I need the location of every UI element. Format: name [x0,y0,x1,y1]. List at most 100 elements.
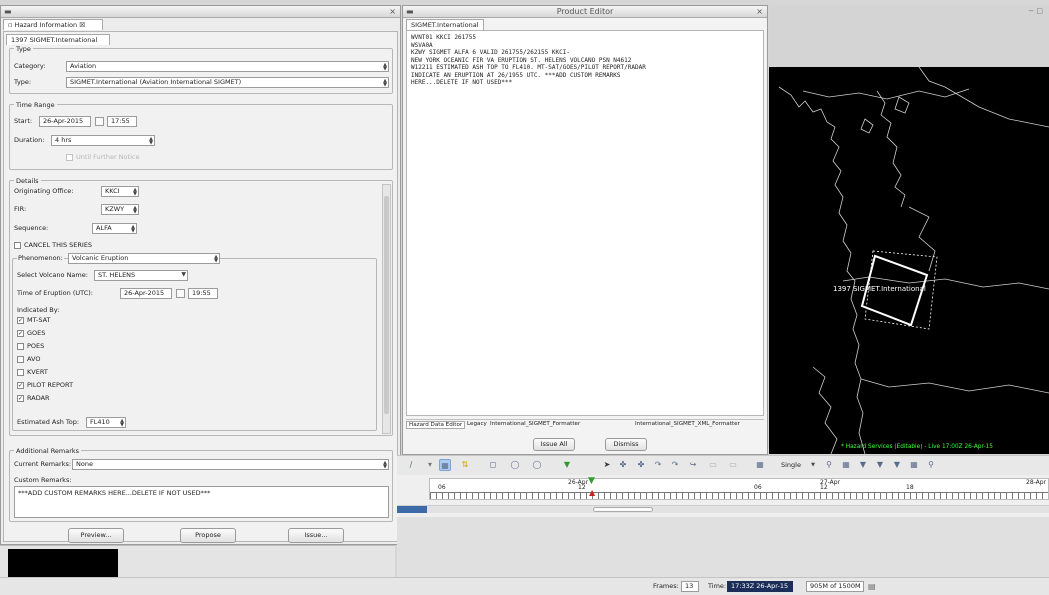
add-point-icon[interactable]: ▼ [561,459,573,471]
tab-international-sigmet-formatter[interactable]: International_SIGMET_Formatter [488,421,582,427]
indicator-checkbox[interactable]: ✓ [17,382,24,389]
indicator-item[interactable]: ✓ RADAR [17,393,127,405]
duration-value: 4 hrs [55,136,72,144]
layer-icon[interactable]: ▼ [857,459,869,471]
ash-top-select[interactable]: FL410 ▲ ▼ [86,417,126,428]
map-display[interactable]: 1397 SIGMET.International * Hazard Servi… [769,67,1049,454]
current-remarks-select[interactable]: None ▲ ▼ [72,459,389,470]
vertex-tool-icon[interactable]: ◻ [487,459,499,471]
line-polygon-icon[interactable]: ↷ [669,459,681,471]
indicator-item[interactable]: POES [17,341,127,353]
map-canvas[interactable] [769,67,1049,454]
propose-button[interactable]: Propose [180,528,236,543]
close-icon[interactable]: × [389,7,396,17]
duration-select[interactable]: 4 hrs ▲ ▼ [51,135,155,146]
product-text-tab[interactable]: SIGMET.International [406,19,484,30]
sequence-value: ALFA [96,224,112,232]
timeline-scroll-track[interactable] [397,505,1049,513]
details-scrollbar-thumb[interactable] [384,196,389,414]
line-tool-icon[interactable]: ↷ [652,459,664,471]
until-further-notice-checkbox[interactable] [66,154,73,161]
polygon-tool-icon[interactable]: ◯ [531,459,543,471]
path-tool-icon[interactable]: ↪ [687,459,699,471]
pan-icon[interactable]: ▦ [840,459,852,471]
issue-button[interactable]: Issue... [288,528,344,543]
close-icon[interactable]: × [756,7,763,17]
dropdown-arrows-icon: ▲ ▼ [133,205,137,215]
timeline-scroll-button[interactable] [397,506,427,513]
indicator-checkbox[interactable]: ✓ [17,395,24,402]
calendar-icon[interactable] [176,289,185,298]
pointer-icon[interactable]: ➤ [601,459,613,471]
start-time-field[interactable]: 17:55 [107,116,137,127]
custom-remarks-textarea[interactable]: ***ADD CUSTOM REMARKS HERE...DELETE IF N… [14,486,389,518]
indicator-checkbox[interactable] [17,356,24,363]
volcano-name-select[interactable]: ST. HELENS ▼ [94,270,188,281]
indicator-checkbox[interactable]: ✓ [17,317,24,324]
window-menu-icon[interactable]: ▬ [4,7,12,17]
rectangle-tool-icon[interactable]: ∕ [405,459,417,471]
search-icon[interactable]: ⚲ [925,459,937,471]
single-select[interactable]: Single ▼ [777,460,817,471]
grid-icon[interactable]: ▦ [908,459,920,471]
tab-legacy[interactable]: Legacy [465,421,489,427]
preview-button[interactable]: Preview... [68,528,124,543]
indicator-item[interactable]: KVERT [17,367,127,379]
select-tool-icon[interactable]: ▦ [439,459,451,471]
time-range-group-title: Time Range [14,100,57,110]
zoom-in-icon[interactable]: ▾ [424,459,436,471]
eruption-time-field[interactable]: 19:55 [188,288,218,299]
indicator-item[interactable]: ✓ MT-SAT [17,315,127,327]
time-value: 17:33Z 26-Apr-15 [727,581,793,592]
fir-select[interactable]: KZWY ▲ ▼ [101,204,139,215]
selected-time-marker-icon[interactable]: ▲ [589,489,595,497]
indicator-checkbox[interactable] [17,369,24,376]
timeline-ruler[interactable]: 26-Apr 27-Apr 28-Apr 06 12 06 12 18 ▼ ▲ [429,477,1049,500]
indicator-checkbox[interactable] [17,343,24,350]
freehand-polygon-icon[interactable]: ✤ [635,459,647,471]
print-icon[interactable]: ▦ [754,459,766,471]
filter-icon[interactable]: ▼ [874,459,886,471]
indicator-item[interactable]: AVO [17,354,127,366]
hazard-window-titlebar[interactable]: ▬ × [1,6,400,18]
freehand-icon[interactable]: ✤ [617,459,629,471]
status-bar: Frames: 13 Time: 17:33Z 26-Apr-15 905M o… [0,577,1049,595]
timeline-scroll-thumb[interactable] [593,507,653,512]
indicator-item[interactable]: ✓ PILOT REPORT [17,380,127,392]
dismiss-button[interactable]: Dismiss [605,438,647,451]
undo-icon[interactable]: ▭ [727,459,739,471]
phenomenon-select[interactable]: Volcanic Eruption ▲ ▼ [68,253,220,264]
funnel-icon[interactable]: ▼ [891,459,903,471]
puget-sound [876,90,906,208]
current-time-marker-icon[interactable]: ▼ [588,477,595,486]
calendar-icon[interactable] [95,117,104,126]
island-outline [894,96,910,114]
erase-icon[interactable]: ▭ [707,459,719,471]
dropdown-arrows-icon: ▲ ▼ [149,136,153,146]
indicator-checkbox[interactable]: ✓ [17,330,24,337]
indicator-item[interactable]: ✓ GOES [17,328,127,340]
zoom-icon[interactable]: ⚲ [823,459,835,471]
hazard-information-view-tab[interactable]: ▫ Hazard Information ☒ [3,19,103,30]
tab-international-sigmet-xml-formatter[interactable]: International_SIGMET_XML_Formatter [633,421,742,427]
issue-all-button[interactable]: Issue All [533,438,575,451]
maximize-icon[interactable]: − □ [1028,7,1043,15]
eruption-date-field[interactable]: 26-Apr-2015 [120,288,172,299]
sequence-select[interactable]: ALFA ▲ ▼ [92,223,137,234]
trash-icon[interactable]: ▤ [868,582,876,591]
details-scrollbar[interactable] [382,184,391,434]
inland-contour [812,366,838,454]
originating-office-select[interactable]: KKCI ▲ ▼ [101,186,139,197]
warning-icon[interactable]: ⇅ [459,459,471,471]
cancel-series-checkbox[interactable] [14,242,21,249]
start-date-field[interactable]: 26-Apr-2015 [39,116,91,127]
category-select[interactable]: Aviation ▲ ▼ [66,61,389,72]
tab-hazard-data-editor[interactable]: Hazard Data Editor [406,421,466,429]
close-tab-icon[interactable]: ☒ [79,21,85,29]
product-editor-titlebar[interactable]: ▬ Product Editor × [403,6,767,18]
point-tool-icon[interactable]: ◯ [509,459,521,471]
product-line: WVNT01 KKCI 261755 [411,34,477,41]
hazard-map-label[interactable]: 1397 SIGMET.International [833,285,926,293]
type-select[interactable]: SIGMET.International (Aviation Internati… [66,77,389,88]
product-text-area[interactable]: WVNT01 KKCI 261755 WSVA0A KZWY SIGMET AL… [406,30,764,416]
